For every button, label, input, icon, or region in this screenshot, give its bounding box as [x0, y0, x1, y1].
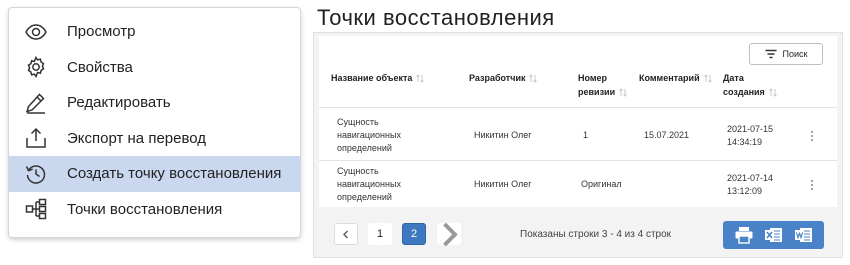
cell-line: 13:12:09 [727, 186, 763, 196]
table-divider [319, 160, 837, 161]
prev-page-button[interactable] [334, 223, 358, 245]
sort-icon[interactable] [619, 88, 627, 97]
cell-revision: Оригинал [581, 179, 622, 189]
filter-icon [765, 49, 777, 59]
cell-developer: Никитин Олег [474, 130, 532, 140]
restore-points-table: Поиск Название объекта Разработчик Номер… [319, 36, 837, 207]
menu-item-label: Редактировать [67, 94, 171, 112]
chevron-left-icon [343, 230, 348, 238]
sort-icon[interactable] [529, 74, 538, 83]
menu-item-label: Просмотр [67, 23, 136, 41]
cell-created-date: 2021-07-14 13:12:09 [727, 172, 773, 198]
cell-comment: 15.07.2021 [644, 130, 690, 140]
sort-icon[interactable] [416, 74, 425, 83]
upload-icon [23, 125, 49, 151]
cell-line: определений [337, 143, 392, 153]
menu-item-label: Экспорт на перевод [67, 129, 207, 147]
cell-line: Сущность [337, 117, 379, 127]
menu-item-create-restore-point[interactable]: Создать точку восстановления [9, 156, 300, 192]
page-button[interactable]: 1 [368, 223, 392, 245]
column-header-label: Комментарий [639, 73, 700, 83]
excel-icon[interactable] [764, 226, 784, 244]
cell-line: навигационных [337, 179, 401, 189]
sort-icon[interactable] [703, 74, 712, 83]
cell-line: Сущность [337, 166, 379, 176]
row-actions-icon[interactable] [810, 179, 814, 191]
restore-points-panel: Поиск Название объекта Разработчик Номер… [313, 32, 843, 258]
cell-developer: Никитин Олег [474, 179, 532, 189]
page-button-current[interactable]: 2 [402, 223, 426, 245]
column-header-revision[interactable]: Номер ревизии [578, 71, 627, 99]
export-toolbar [723, 221, 824, 249]
eye-icon [23, 19, 49, 45]
context-menu: Просмотр Свойства Редактировать Экспорт … [9, 8, 300, 237]
column-header-object-name[interactable]: Название объекта [331, 71, 425, 85]
menu-item-restore-points[interactable]: Точки восстановления [9, 192, 300, 228]
cell-line: 2021-07-14 [727, 173, 774, 183]
gear-icon [23, 54, 49, 80]
word-icon[interactable] [794, 226, 814, 244]
menu-item-view[interactable]: Просмотр [9, 14, 300, 50]
menu-item-label: Свойства [67, 58, 133, 76]
sort-icon[interactable] [768, 88, 777, 97]
history-icon [23, 161, 49, 187]
next-page-button[interactable] [437, 222, 461, 246]
column-header-comment[interactable]: Комментарий [639, 71, 712, 85]
menu-item-edit[interactable]: Редактировать [9, 85, 300, 121]
column-header-label: Разработчик [469, 73, 526, 83]
pagination-info: Показаны строки 3 - 4 из 4 строк [520, 229, 672, 240]
search-button[interactable]: Поиск [749, 43, 823, 65]
pencil-icon [23, 90, 49, 116]
column-header-developer[interactable]: Разработчик [469, 71, 538, 85]
column-header-label: Название объекта [331, 73, 413, 83]
cell-line: 2021-07-15 [727, 124, 774, 134]
cell-object-name: Сущность навигационных определений [337, 165, 401, 204]
row-actions-icon[interactable] [810, 130, 814, 142]
menu-item-properties[interactable]: Свойства [9, 50, 300, 86]
hierarchy-icon [23, 196, 49, 222]
search-label: Поиск [782, 49, 808, 59]
cell-line: 14:34:19 [727, 137, 763, 147]
column-header-created-date[interactable]: Дата создания [723, 71, 777, 99]
column-header-label-line2: ревизии [578, 87, 616, 97]
menu-item-label: Создать точку восстановления [67, 165, 282, 183]
column-header-label-line2: создания [723, 87, 765, 97]
page-title: Точки восстановления [317, 5, 555, 30]
chevron-right-icon [443, 222, 458, 246]
printer-icon[interactable] [734, 226, 754, 244]
cell-object-name: Сущность навигационных определений [337, 116, 401, 155]
cell-created-date: 2021-07-15 14:34:19 [727, 123, 773, 149]
table-divider [319, 107, 837, 108]
column-header-label: Дата [723, 73, 744, 83]
menu-item-export-translation[interactable]: Экспорт на перевод [9, 121, 300, 157]
cell-revision: 1 [583, 130, 589, 140]
cell-line: определений [337, 192, 392, 202]
cell-line: навигационных [337, 130, 401, 140]
column-header-label: Номер [578, 73, 608, 83]
menu-item-label: Точки восстановления [67, 200, 223, 218]
